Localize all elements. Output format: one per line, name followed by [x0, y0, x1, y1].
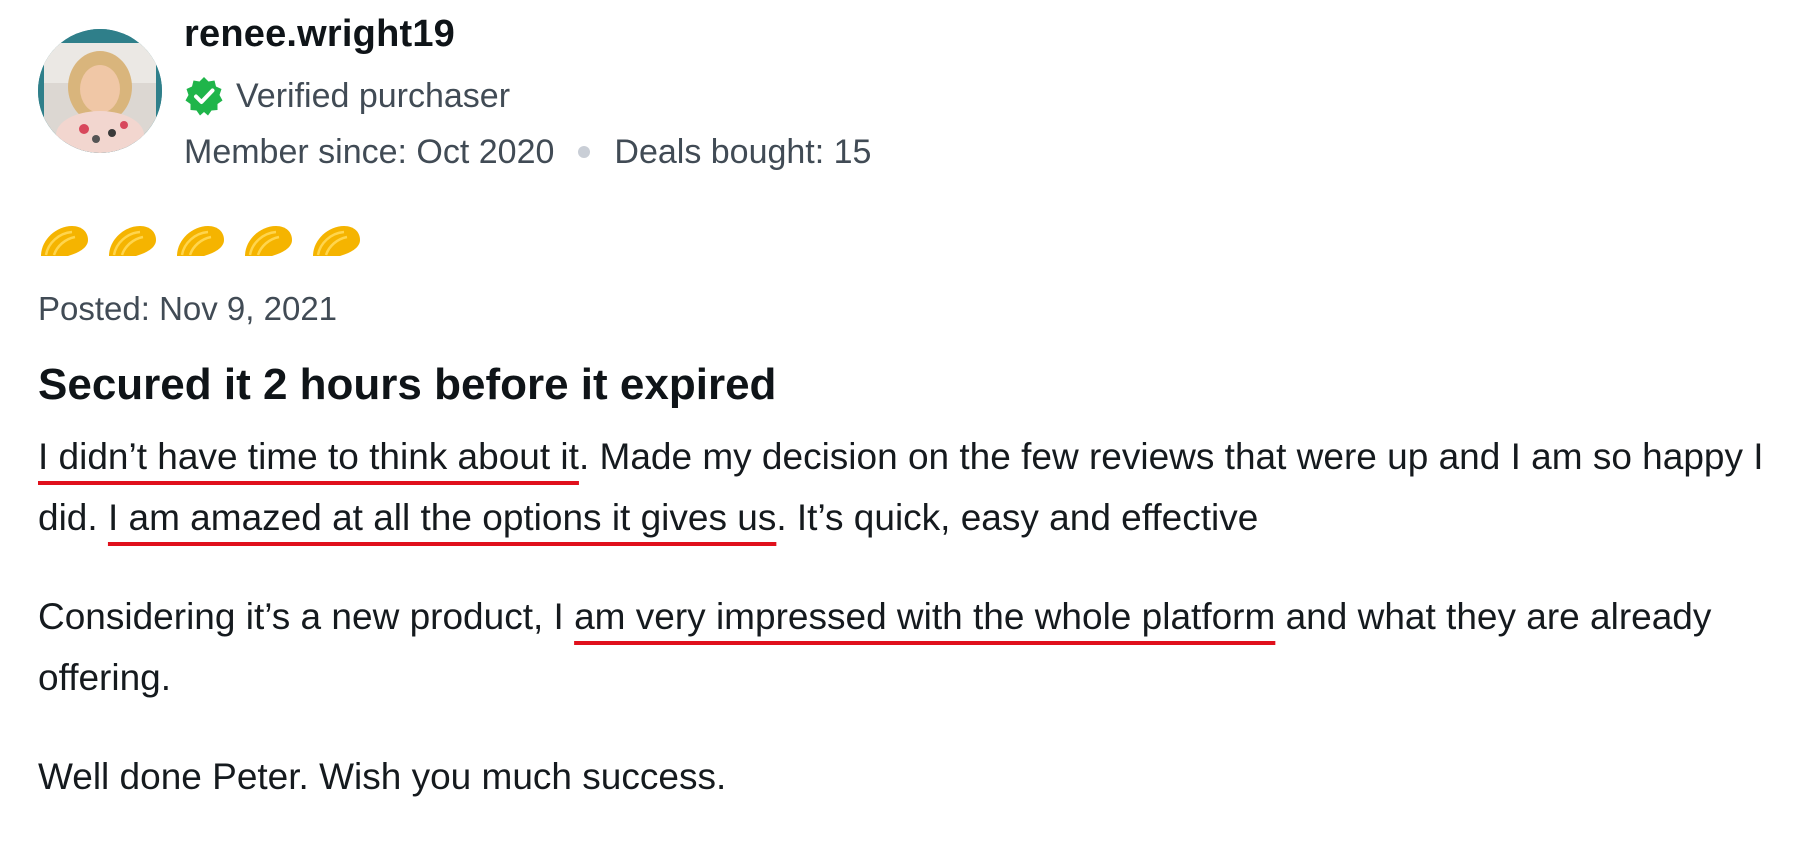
taco-icon: [109, 226, 156, 256]
review-body: I didn’t have time to think about it. Ma…: [38, 426, 1778, 845]
taco-icon: [177, 226, 224, 256]
taco-icon: [245, 226, 292, 256]
reviewer-username[interactable]: renee.wright19: [184, 13, 455, 56]
review-text: . It’s quick, easy and effective: [776, 497, 1259, 538]
posted-date: Posted: Nov 9, 2021: [38, 290, 338, 327]
verified-badge-row: Verified purchaser: [184, 74, 510, 118]
highlighted-phrase: I didn’t have time to think about it: [38, 436, 579, 477]
avatar-photo: [38, 29, 162, 153]
taco-icon: [313, 226, 360, 256]
verified-label: Verified purchaser: [236, 76, 511, 115]
avatar[interactable]: [38, 29, 162, 153]
review-text: Well done Peter. Wish you much success.: [38, 756, 727, 797]
review-paragraph: I didn’t have time to think about it. Ma…: [38, 426, 1778, 548]
deals-bought: Deals bought: 15: [614, 132, 872, 171]
highlighted-phrase: I am amazed at all the options it gives …: [107, 497, 777, 538]
review-text: Considering it’s a new product, I: [38, 596, 575, 637]
member-since: Member since: Oct 2020: [184, 132, 555, 171]
verified-check-icon: [185, 77, 223, 116]
review-paragraph: Well done Peter. Wish you much success.: [38, 746, 1778, 807]
star-rating: [38, 222, 362, 260]
review-title: Secured it 2 hours before it expired: [38, 360, 777, 409]
separator-dot: [578, 146, 591, 158]
review-paragraph: Considering it’s a new product, I am ver…: [38, 586, 1778, 708]
reviewer-meta: Member since: Oct 2020 Deals bought: 15: [184, 130, 871, 174]
taco-icon: [41, 226, 88, 256]
highlighted-phrase: am very impressed with the whole platfor…: [574, 596, 1276, 637]
